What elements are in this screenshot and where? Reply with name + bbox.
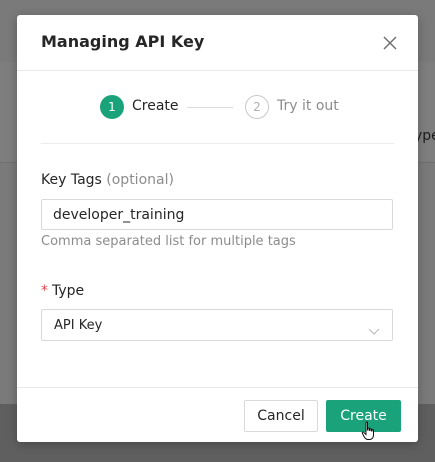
step-2-label: Try it out <box>277 98 339 114</box>
type-select[interactable]: API Key <box>41 309 393 341</box>
close-icon[interactable] <box>381 34 399 52</box>
modal-title: Managing API Key <box>41 32 205 51</box>
type-label-text: Type <box>52 283 85 299</box>
modal-footer: Cancel Create <box>17 387 418 442</box>
key-tags-input[interactable] <box>41 199 393 230</box>
step-1-label: Create <box>132 98 179 114</box>
type-label: * Type <box>41 283 84 299</box>
step-2-indicator: 2 <box>245 95 269 119</box>
key-tags-label-text: Key Tags <box>41 172 102 188</box>
type-select-value: API Key <box>54 318 103 333</box>
key-tags-help: Comma separated list for multiple tags <box>41 234 296 249</box>
steps-divider <box>41 143 394 144</box>
required-mark: * <box>41 283 48 299</box>
modal-header: Managing API Key <box>17 15 418 71</box>
steps: 1 Create 2 Try it out <box>17 71 418 143</box>
chevron-down-icon <box>368 321 380 335</box>
key-tags-label: Key Tags (optional) <box>41 172 174 188</box>
step-connector <box>187 107 233 108</box>
optional-hint: (optional) <box>106 172 174 188</box>
step-1-indicator: 1 <box>100 95 124 119</box>
cancel-button[interactable]: Cancel <box>244 400 318 432</box>
api-key-modal: Managing API Key 1 Create 2 Try it out K… <box>17 15 418 442</box>
hand-cursor-icon <box>361 421 377 441</box>
